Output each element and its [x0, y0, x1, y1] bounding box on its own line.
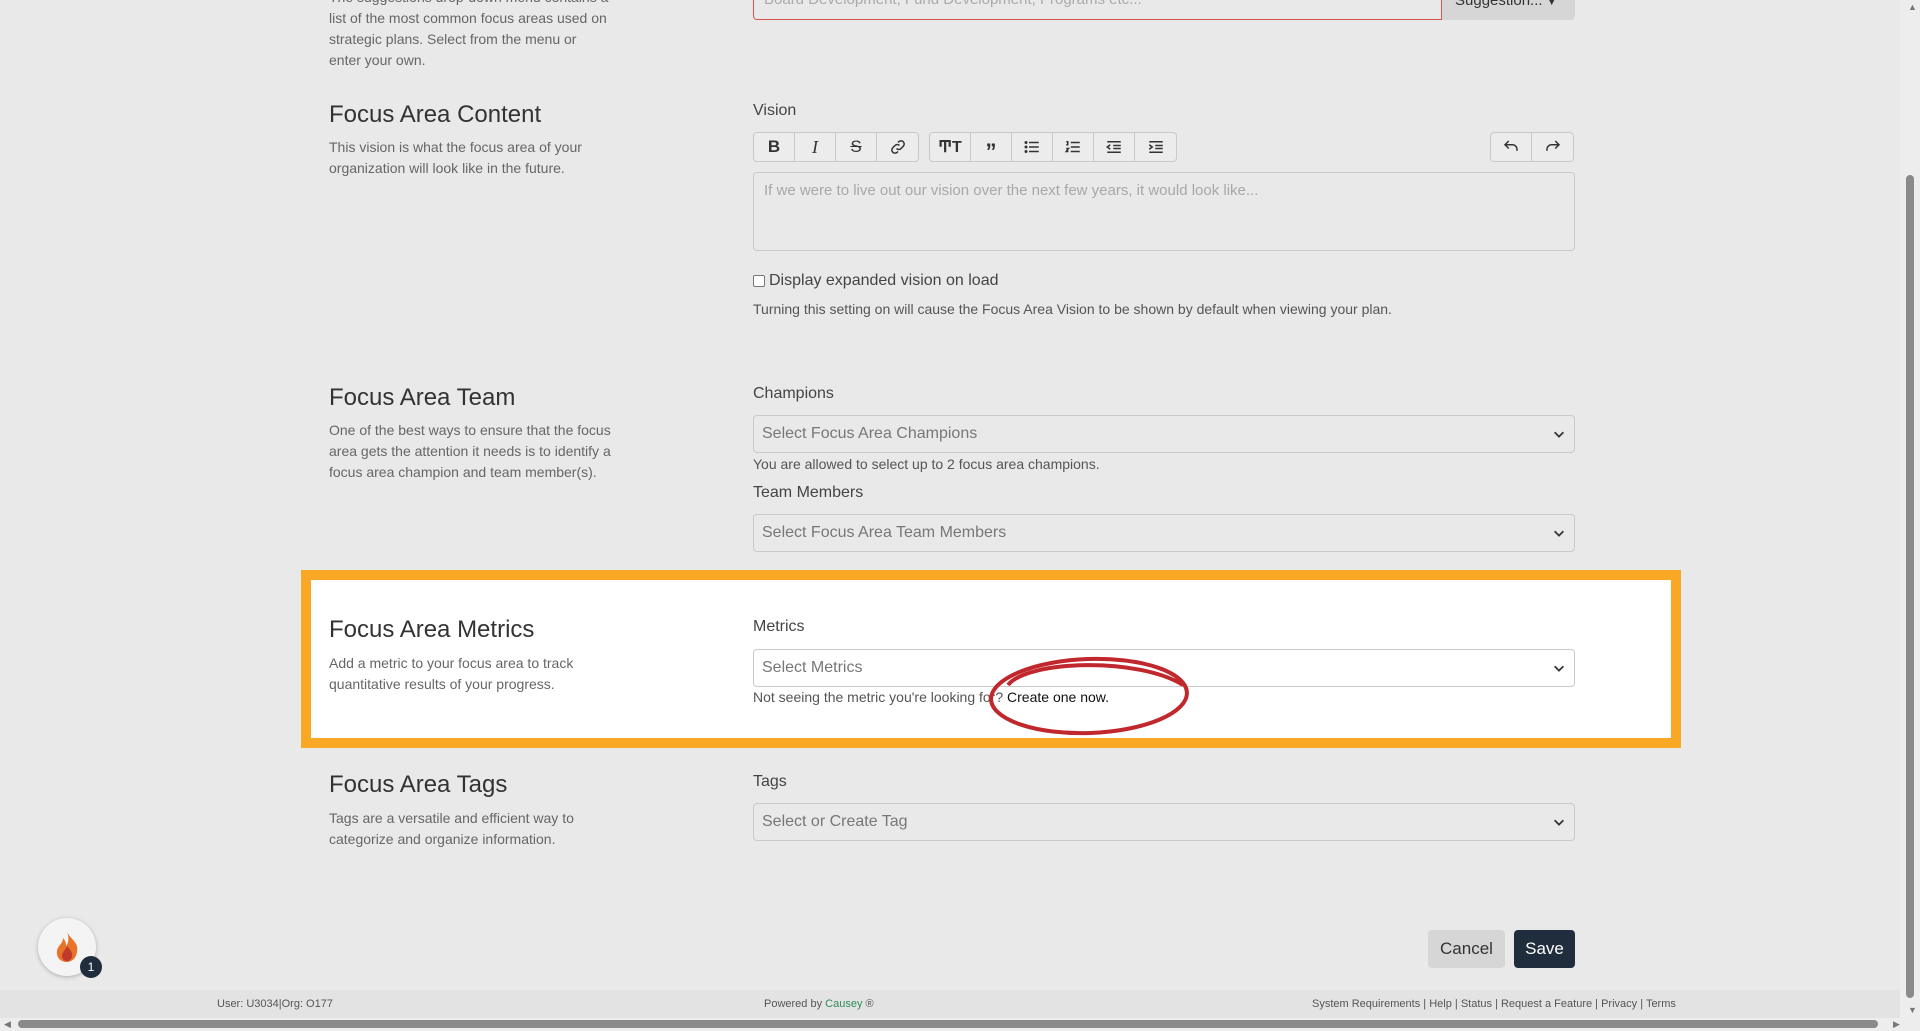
- italic-icon: I: [812, 136, 818, 157]
- scroll-right-icon[interactable]: ▶: [1893, 1019, 1900, 1030]
- metrics-section-title: Focus Area Metrics: [329, 616, 535, 643]
- footer-link-privacy[interactable]: Privacy: [1601, 998, 1637, 1010]
- tags-section-description: Tags are a versatile and efficient way t…: [329, 810, 574, 847]
- team-members-label: Team Members: [753, 484, 864, 501]
- team-members-select[interactable]: Select Focus Area Team Members: [753, 514, 1575, 552]
- focus-area-name-description: The suggestions drop-down menu contains …: [329, 0, 629, 71]
- bold-button[interactable]: B: [754, 133, 795, 161]
- tags-select[interactable]: Select or Create Tag: [753, 803, 1575, 841]
- focus-area-name-input[interactable]: Board Development, Fund Development, Pro…: [753, 0, 1442, 20]
- powered-by: Powered by Causey ®: [764, 998, 874, 1010]
- page: The suggestions drop-down menu contains …: [0, 0, 1900, 1018]
- quote-icon: ”: [985, 139, 997, 162]
- bold-icon: B: [767, 137, 781, 156]
- brand-link[interactable]: Causey: [825, 998, 862, 1010]
- caret-down-icon: ▼: [1546, 0, 1557, 8]
- vision-editor[interactable]: If we were to live out our vision over t…: [753, 172, 1575, 251]
- footer-link-status[interactable]: Status: [1461, 998, 1492, 1010]
- registered-mark: ®: [865, 998, 874, 1010]
- chevron-down-icon: [1554, 665, 1564, 672]
- tags-section-title: Focus Area Tags: [329, 771, 508, 798]
- bullet-list-button[interactable]: [1012, 133, 1053, 161]
- save-button[interactable]: Save: [1514, 930, 1575, 968]
- heading-button[interactable]: ͲT: [930, 133, 971, 161]
- team-members-placeholder: Select Focus Area Team Members: [762, 524, 1007, 541]
- footer-links: System Requirements | Help | Status | Re…: [1312, 998, 1676, 1010]
- description-line: enter your own.: [329, 52, 426, 68]
- notification-count-badge: 1: [80, 956, 102, 978]
- tags-placeholder: Select or Create Tag: [762, 813, 908, 830]
- footer-link-terms[interactable]: Terms: [1646, 998, 1676, 1010]
- numbered-list-button[interactable]: [1053, 133, 1094, 161]
- link-button[interactable]: [877, 133, 918, 161]
- editor-toolbar-format-group: B I S: [753, 132, 919, 162]
- champions-help: You are allowed to select up to 2 focus …: [753, 456, 1100, 472]
- redo-button[interactable]: [1532, 133, 1573, 161]
- metrics-label: Metrics: [753, 618, 805, 635]
- scroll-up-icon[interactable]: ▲: [1908, 2, 1917, 12]
- outdent-button[interactable]: [1094, 133, 1135, 161]
- metrics-help-text: Not seeing the metric you're looking for…: [753, 689, 1004, 705]
- champions-select[interactable]: Select Focus Area Champions: [753, 415, 1575, 453]
- scroll-left-icon[interactable]: ◀: [4, 1019, 11, 1030]
- description-line: list of the most common focus areas used…: [329, 10, 607, 26]
- flame-icon: [56, 932, 78, 962]
- description-line: strategic plans. Select from the menu or: [329, 31, 577, 47]
- expanded-vision-checkbox-row: Display expanded vision on load: [753, 272, 998, 290]
- editor-toolbar-history-group: [1490, 132, 1574, 162]
- champions-placeholder: Select Focus Area Champions: [762, 425, 978, 442]
- footer-link-help[interactable]: Help: [1429, 998, 1452, 1010]
- page-footer: User: U3034|Org: O177 Powered by Causey …: [0, 990, 1900, 1018]
- undo-button[interactable]: [1491, 133, 1532, 161]
- link-icon: [890, 140, 905, 154]
- suggestion-label: Suggestion...: [1455, 0, 1543, 9]
- chevron-down-icon: [1554, 530, 1564, 537]
- champions-label: Champions: [753, 385, 834, 402]
- indent-button[interactable]: [1135, 133, 1176, 161]
- vision-label: Vision: [753, 102, 797, 119]
- strikethrough-button[interactable]: S: [836, 133, 877, 161]
- cancel-button[interactable]: Cancel: [1428, 930, 1505, 968]
- redo-icon: [1545, 140, 1560, 151]
- heading-icon: ͲT: [938, 139, 962, 156]
- metrics-section-description: Add a metric to your focus area to track…: [329, 655, 574, 692]
- team-section-title: Focus Area Team: [329, 384, 516, 411]
- italic-button[interactable]: I: [795, 133, 836, 161]
- numbered-list-icon: [1064, 141, 1080, 153]
- team-section-description: One of the best ways to ensure that the …: [329, 422, 611, 480]
- annotation-circle: [989, 656, 1189, 736]
- chevron-down-icon: [1554, 819, 1564, 826]
- horizontal-scroll-thumb[interactable]: [18, 1020, 1878, 1028]
- strikethrough-icon: S: [850, 137, 862, 156]
- scroll-down-icon[interactable]: ▼: [1908, 1005, 1917, 1015]
- expanded-vision-checkbox[interactable]: [753, 275, 765, 287]
- bullet-list-icon: [1024, 141, 1039, 153]
- metrics-placeholder: Select Metrics: [762, 659, 863, 676]
- content-section-title: Focus Area Content: [329, 101, 542, 128]
- footer-link-system-requirements[interactable]: System Requirements: [1312, 998, 1420, 1010]
- tags-label: Tags: [753, 773, 787, 790]
- footer-link-request-feature[interactable]: Request a Feature: [1501, 998, 1592, 1010]
- content-section-description: This vision is what the focus area of yo…: [329, 139, 582, 176]
- quote-button[interactable]: ”: [971, 133, 1012, 161]
- expanded-vision-label: Display expanded vision on load: [769, 272, 999, 289]
- expanded-vision-help: Turning this setting on will cause the F…: [753, 301, 1392, 317]
- undo-icon: [1503, 140, 1518, 151]
- outdent-icon: [1106, 141, 1121, 153]
- powered-by-text: Powered by: [764, 998, 823, 1010]
- user-org-info: User: U3034|Org: O177: [217, 998, 333, 1010]
- vertical-scroll-thumb[interactable]: [1906, 175, 1914, 998]
- input-placeholder: Board Development, Fund Development, Pro…: [764, 0, 1142, 8]
- indent-icon: [1148, 141, 1163, 153]
- description-line: The suggestions drop-down menu contains …: [329, 0, 629, 8]
- chevron-down-icon: [1554, 431, 1564, 438]
- suggestion-dropdown-button[interactable]: Suggestion... ▼: [1442, 0, 1575, 20]
- editor-toolbar-block-group: ͲT ”: [929, 132, 1177, 162]
